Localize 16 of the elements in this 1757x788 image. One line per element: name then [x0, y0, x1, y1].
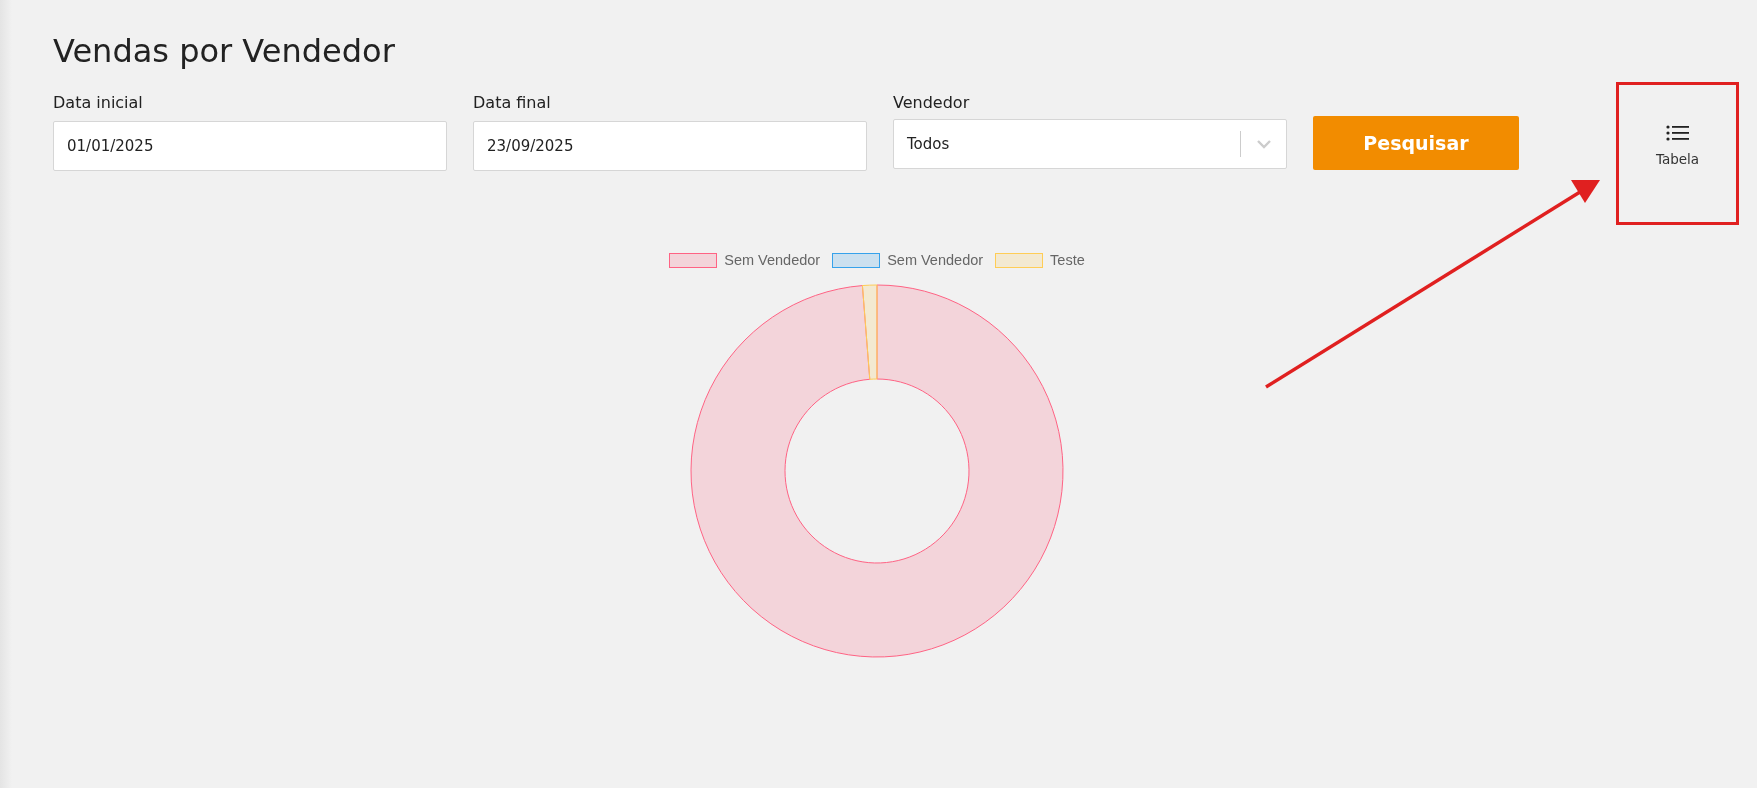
legend-swatch[interactable]: [669, 252, 718, 268]
chevron-down-icon: [1255, 138, 1273, 150]
list-icon: [1665, 125, 1690, 141]
field-label: Data final: [473, 93, 552, 112]
date-input[interactable]: 01/01/2025: [53, 121, 447, 171]
table-view-button[interactable]: Tabela: [1616, 82, 1739, 225]
legend-label[interactable]: Teste: [1050, 252, 1085, 268]
legend-swatch[interactable]: [995, 252, 1044, 268]
date-input[interactable]: 23/09/2025: [473, 121, 867, 171]
seller-select[interactable]: Todos: [893, 119, 1287, 169]
page-title: Vendas por Vendedor: [53, 32, 396, 70]
legend-swatch[interactable]: [832, 252, 881, 268]
legend-label[interactable]: Sem Vendedor: [724, 252, 821, 268]
field-label: Data inicial: [53, 93, 144, 112]
legend-label[interactable]: Sem Vendedor: [887, 252, 984, 268]
field-label: Vendedor: [893, 93, 971, 112]
